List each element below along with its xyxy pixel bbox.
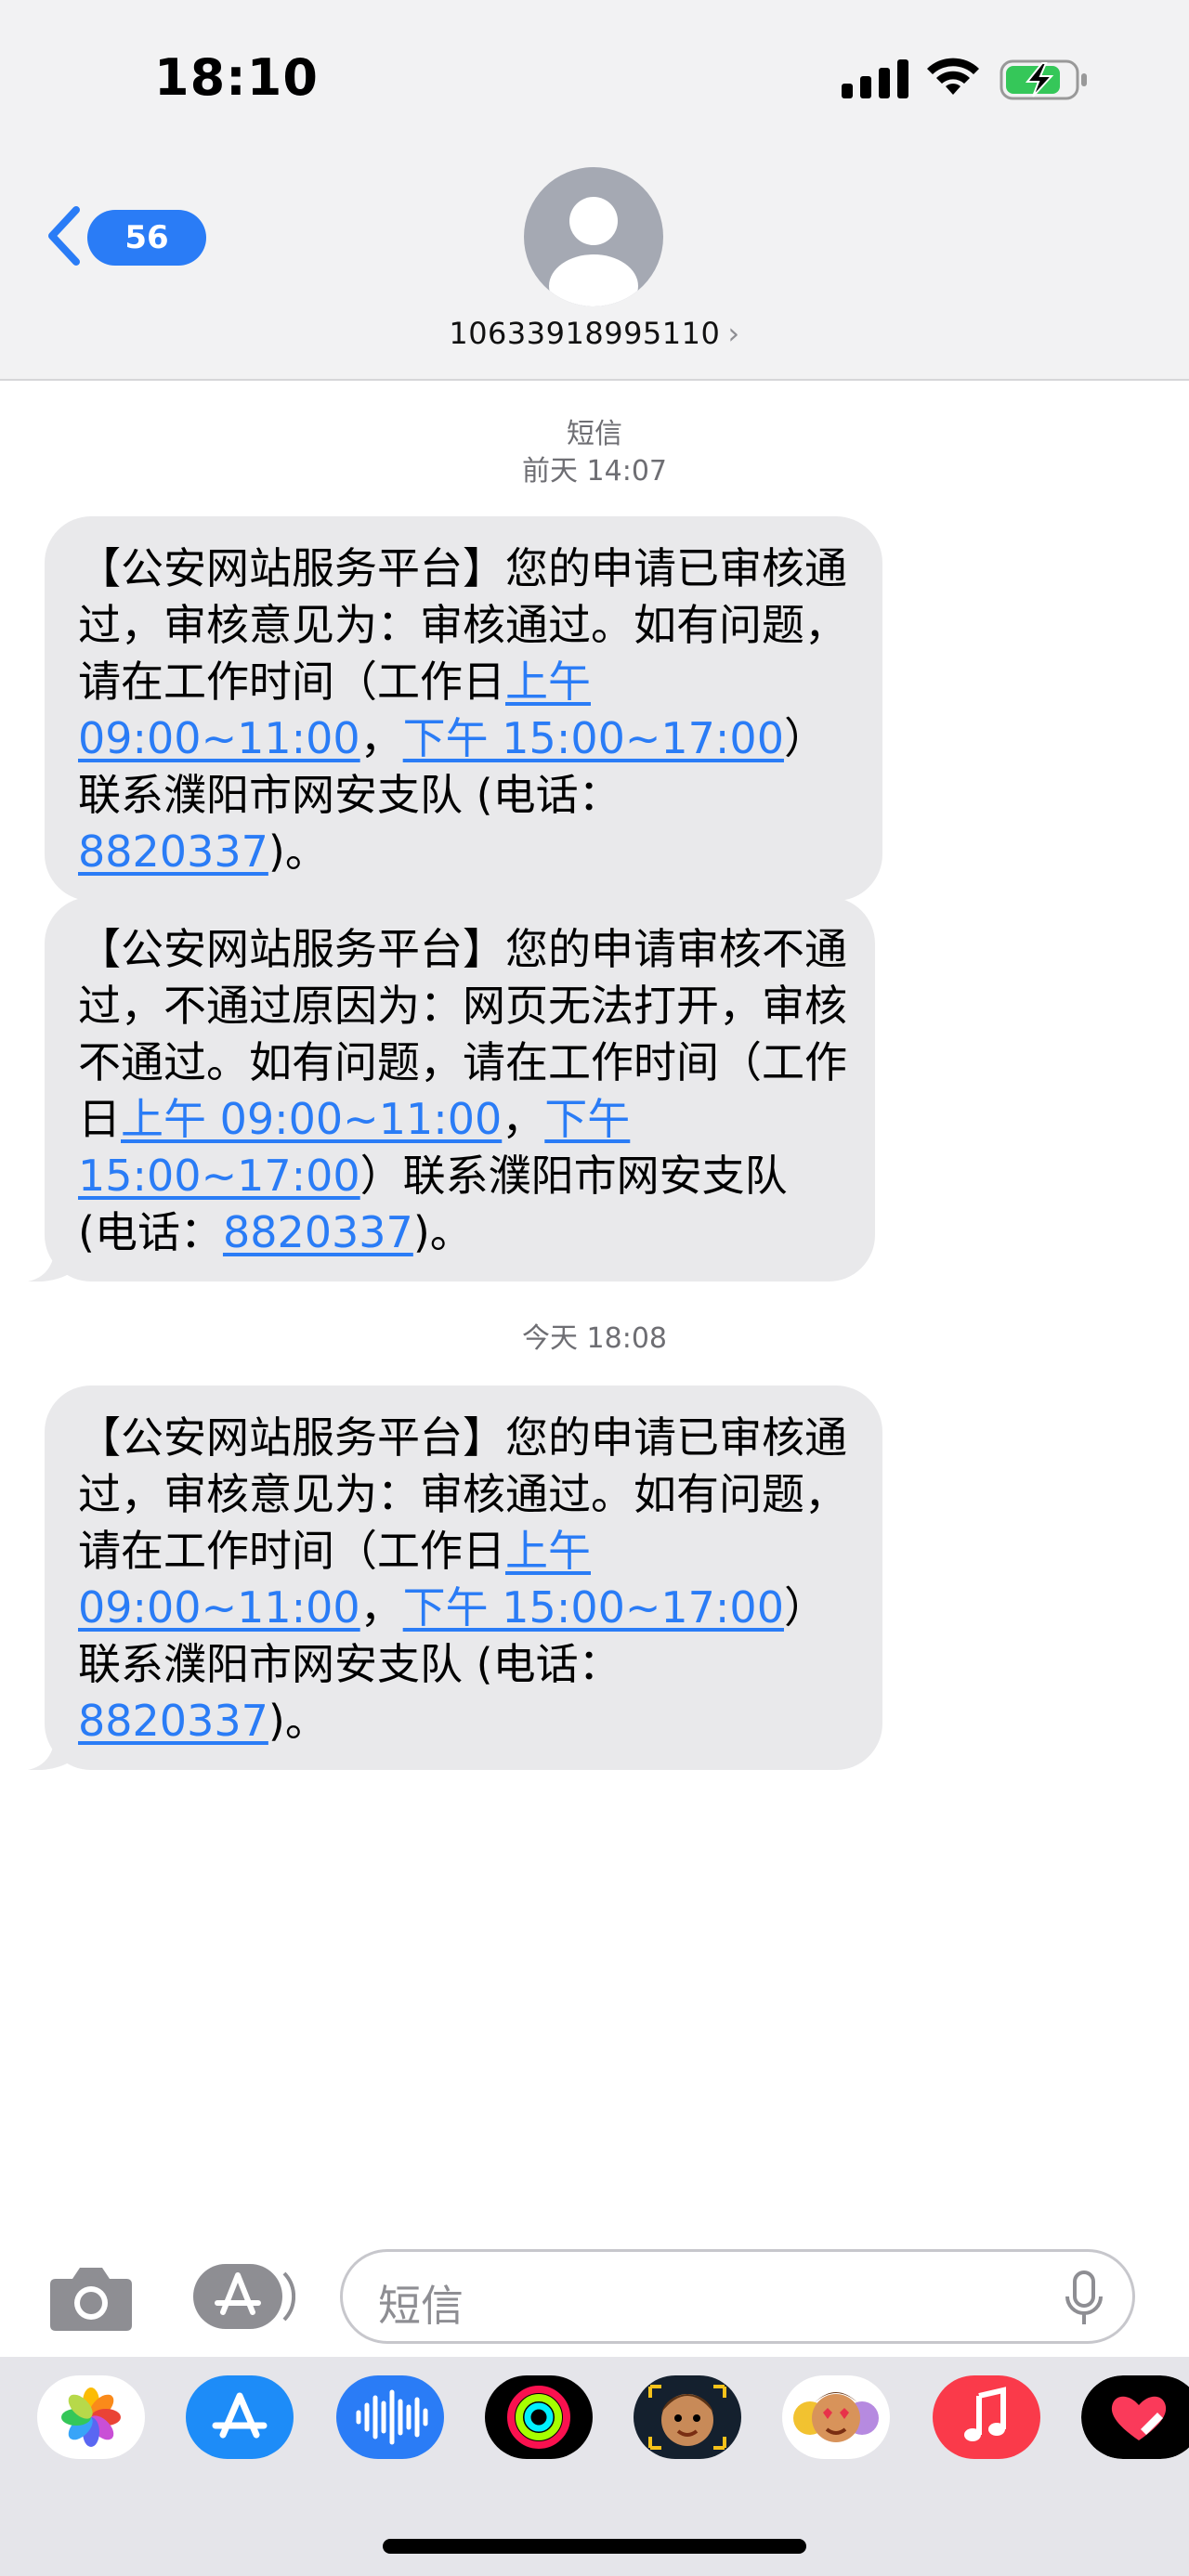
activity-icon[interactable]	[485, 2375, 593, 2459]
unread-count-badge: 56	[87, 210, 206, 266]
time-link[interactable]: 下午 15:00~17:00	[403, 713, 784, 763]
contact-avatar[interactable]	[524, 167, 663, 306]
timestamp-time: 14:07	[586, 455, 667, 488]
timestamp-time: 18:08	[586, 1322, 667, 1355]
wifi-icon	[927, 58, 979, 95]
time-link[interactable]: 上午 09:00~11:00	[121, 1094, 502, 1144]
microphone-icon[interactable]	[1064, 2270, 1104, 2326]
timestamp-day: 今天	[521, 1322, 578, 1355]
message-input[interactable]: 短信	[340, 2249, 1135, 2344]
app-store-icon[interactable]	[186, 2375, 294, 2459]
chevron-left-icon	[48, 206, 80, 266]
message-input-placeholder: 短信	[378, 2281, 464, 2331]
phone-link[interactable]: 8820337	[78, 1696, 268, 1746]
message-text: 【公安网站服务平台】您的申请已审核通过，审核意见为：审核通过。如有问题，请在工作…	[78, 1412, 847, 1576]
message-text: )。	[412, 1207, 473, 1257]
message-bubble[interactable]: 【公安网站服务平台】您的申请已审核通过，审核意见为：审核通过。如有问题，请在工作…	[28, 1386, 882, 1770]
app-store-icon[interactable]	[191, 2262, 295, 2331]
audio-message-icon[interactable]	[336, 2375, 444, 2459]
message-text: ，	[502, 1094, 545, 1144]
message-text: )。	[268, 826, 328, 877]
contact-number: 10633918995110	[449, 316, 721, 351]
chevron-right-icon: ›	[727, 316, 740, 351]
phone-link[interactable]: 8820337	[78, 826, 268, 877]
phone-link[interactable]: 8820337	[223, 1207, 413, 1257]
timestamp-group-1: 短信 前天 14:07	[0, 416, 1189, 490]
camera-icon[interactable]	[48, 2262, 134, 2333]
time-link[interactable]: 下午 15:00~17:00	[403, 1582, 784, 1633]
photos-icon[interactable]	[37, 2375, 145, 2459]
person-icon	[549, 197, 638, 306]
timestamp-group-2: 今天 18:08	[0, 1321, 1189, 1358]
back-button[interactable]: 56	[46, 202, 206, 269]
app-drawer	[0, 2357, 1189, 2576]
conversation-header: 18:10 56 10633918995110 ›	[0, 0, 1189, 381]
message-text: 【公安网站服务平台】您的申请已审核通过，审核意见为：审核通过。如有问题，请在工作…	[78, 543, 847, 707]
home-indicator[interactable]	[383, 2539, 806, 2554]
message-bubble[interactable]: 【公安网站服务平台】您的申请已审核通过，审核意见为：审核通过。如有问题，请在工作…	[45, 516, 882, 901]
contact-name-button[interactable]: 10633918995110 ›	[0, 316, 1189, 351]
cellular-signal-icon	[842, 59, 908, 98]
message-bubble[interactable]: 【公安网站服务平台】您的申请审核不通过，不通过原因为：网页无法打开，审核不通过。…	[28, 897, 875, 1281]
status-time: 18:10	[154, 48, 319, 107]
timestamp-day: 前天	[521, 455, 578, 488]
message-text: ，	[359, 1582, 403, 1633]
bubble-tail	[28, 1244, 84, 1281]
message-text: )。	[268, 1696, 328, 1746]
message-text: ，	[359, 713, 403, 763]
timestamp: 前天 14:07	[0, 453, 1189, 490]
memoji-icon[interactable]	[634, 2375, 741, 2459]
bubble-tail	[28, 1733, 84, 1770]
animoji-icon[interactable]	[782, 2375, 890, 2459]
digital-touch-icon[interactable]	[1081, 2375, 1189, 2459]
battery-charging-icon	[1000, 59, 1087, 100]
thread-type-label: 短信	[567, 418, 622, 450]
music-icon[interactable]	[933, 2375, 1040, 2459]
